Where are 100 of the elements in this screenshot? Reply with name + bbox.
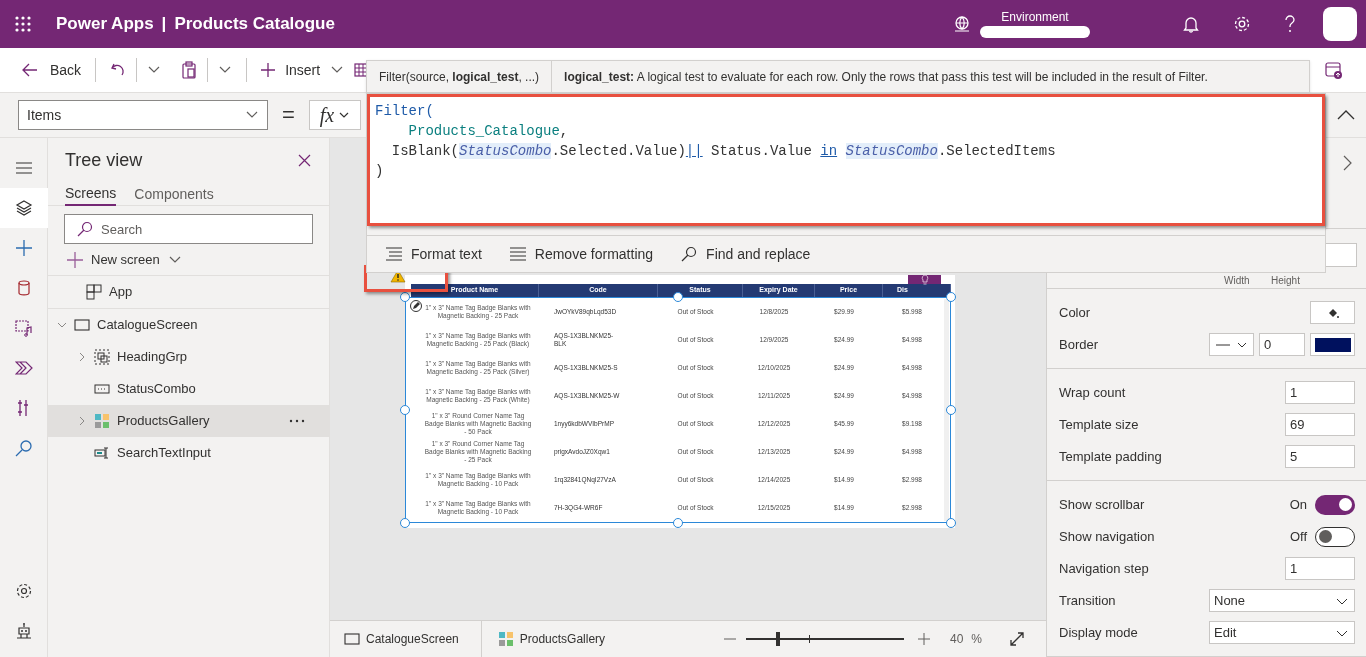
user-avatar[interactable] — [1323, 7, 1357, 41]
back-button[interactable]: Back — [22, 54, 82, 86]
code-line: Filter( — [375, 102, 435, 121]
property-label: Template size — [1059, 415, 1140, 434]
property-label: Template padding — [1059, 447, 1163, 466]
formula-editor[interactable]: Filter( Products_Catalogue, IsBlank(StatusCombo.Selected.Value)|| Status.Value in StatusCombo.SelectedItems ) — [367, 94, 1325, 226]
title-separator: | — [161, 13, 167, 36]
property-dropdown[interactable]: None — [1209, 589, 1355, 612]
app-icon — [86, 284, 102, 300]
property-label: Transition — [1059, 591, 1117, 610]
insert-button[interactable]: Insert — [261, 54, 345, 86]
format-bar-button[interactable]: Format text — [386, 243, 482, 265]
property-input[interactable]: 1 — [1285, 557, 1355, 580]
resize-handle[interactable] — [400, 405, 410, 415]
resize-handle[interactable] — [673, 518, 683, 528]
property-input[interactable]: 69 — [1285, 413, 1355, 436]
tree-item[interactable]: ProductsGallery — [48, 405, 329, 437]
back-arrow-icon — [22, 63, 38, 77]
tree-item[interactable]: CatalogueScreen — [48, 309, 329, 341]
format-bar-button[interactable]: Find and replace — [681, 243, 811, 265]
tab[interactable]: Components — [134, 182, 214, 206]
property-input[interactable]: 5 — [1285, 445, 1355, 468]
border-style-dropdown[interactable] — [1209, 333, 1254, 356]
toggle-switch[interactable] — [1315, 494, 1355, 515]
combo-box-icon — [94, 381, 110, 397]
tab[interactable]: Screens — [65, 182, 117, 206]
border-width-input[interactable]: 0 — [1259, 333, 1305, 356]
function-button[interactable]: fx — [308, 100, 361, 130]
property-input[interactable]: 1 — [1285, 381, 1355, 404]
tree-item[interactable]: HeadingGrp — [48, 341, 329, 373]
search-icon — [681, 246, 698, 262]
new-screen-button[interactable]: New screen — [48, 244, 329, 276]
property-dropdown[interactable]: Items — [18, 100, 268, 130]
format-bar-button[interactable]: Remove formatting — [509, 243, 654, 265]
table-icon[interactable] — [354, 63, 369, 77]
zoom-unit: % — [971, 631, 982, 648]
chevron-right-icon[interactable] — [77, 352, 87, 362]
code-line: Products_Catalogue, — [407, 122, 570, 141]
zoom-slider[interactable] — [745, 632, 904, 646]
toggle-state-label: On — [1289, 495, 1307, 514]
function-signature: Filter(source, logical_test, ...) — [379, 68, 540, 86]
settings-icon[interactable] — [1233, 15, 1251, 33]
edit-button[interactable] — [410, 300, 422, 312]
close-icon[interactable] — [298, 153, 311, 167]
equals-sign: = — [282, 104, 295, 126]
resize-handle[interactable] — [673, 292, 683, 302]
width-label: Width — [1224, 274, 1250, 289]
property-dropdown[interactable]: Edit — [1209, 621, 1355, 644]
toggle-switch[interactable] — [1315, 526, 1355, 547]
gallery-icon — [497, 631, 514, 647]
resize-handle[interactable] — [946, 405, 956, 415]
code-line: IsBlank(StatusCombo.Selected.Value)|| Status.Value in StatusCombo.SelectedItems — [390, 142, 1057, 161]
app-launcher-icon[interactable] — [14, 15, 32, 33]
chevron-right-icon[interactable] — [77, 416, 87, 426]
breadcrumb[interactable]: CatalogueScreen — [330, 620, 482, 657]
format-text-icon — [386, 246, 402, 262]
layers-icon[interactable] — [14, 199, 33, 217]
search-icon — [77, 221, 93, 237]
resize-handle[interactable] — [400, 292, 410, 302]
chevron-down-icon[interactable] — [57, 320, 67, 330]
breadcrumb[interactable]: ProductsGallery — [481, 630, 606, 648]
environment-label: Environment — [1001, 10, 1069, 24]
property-label: Show navigation — [1059, 527, 1156, 546]
more-options-icon[interactable] — [289, 419, 305, 423]
settings-icon[interactable] — [14, 582, 33, 600]
tree-item[interactable]: App — [48, 276, 329, 308]
property-label: Color — [1059, 303, 1091, 322]
tree-item[interactable]: StatusCombo — [48, 373, 329, 405]
calendar-upload-icon[interactable] — [1325, 61, 1343, 79]
search-icon[interactable] — [14, 439, 33, 457]
border-color-button[interactable] — [1310, 333, 1355, 356]
color-swatch — [1314, 337, 1351, 352]
search-field[interactable]: Search — [64, 214, 313, 244]
help-icon[interactable] — [1283, 15, 1297, 33]
bot-icon[interactable] — [14, 622, 33, 640]
plus-icon[interactable] — [14, 239, 33, 257]
paste-icon[interactable] — [181, 61, 198, 79]
flow-icon[interactable] — [14, 359, 33, 377]
collapse-chevron-icon[interactable] — [1337, 110, 1355, 120]
globe-icon — [953, 15, 971, 33]
property-label: Wrap count — [1059, 383, 1127, 402]
resize-handle[interactable] — [946, 518, 956, 528]
idea-button[interactable] — [908, 275, 941, 284]
undo-icon[interactable] — [110, 62, 127, 78]
parameter-description: logical_test: A logical test to evaluate for each row. Only the rows that pass this test will be included in the result of Filter. — [563, 68, 1209, 86]
tree-item[interactable]: SearchTextInput — [48, 437, 329, 469]
menu-icon[interactable] — [14, 159, 33, 177]
fit-to-window-icon[interactable] — [1010, 632, 1024, 646]
height-label: Height — [1271, 274, 1300, 289]
color-picker-button[interactable] — [1310, 301, 1355, 324]
chevron-right-icon[interactable] — [1342, 155, 1352, 171]
lightbulb-icon — [920, 274, 929, 285]
zoom-in-icon[interactable] — [917, 633, 930, 645]
height-input[interactable] — [1325, 243, 1357, 268]
resize-handle[interactable] — [400, 518, 410, 528]
slider-thumb[interactable] — [776, 632, 780, 646]
remove-formatting-icon — [509, 246, 526, 262]
media-icon[interactable] — [14, 319, 33, 337]
notification-bell-icon[interactable] — [1183, 15, 1199, 33]
resize-handle[interactable] — [946, 292, 956, 302]
